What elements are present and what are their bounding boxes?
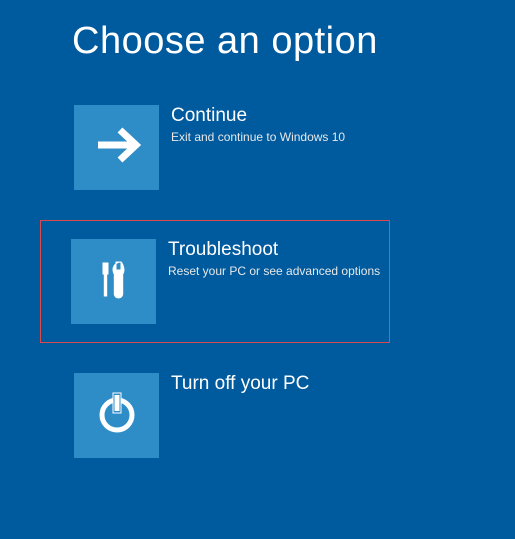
page-title: Choose an option xyxy=(72,20,475,63)
troubleshoot-tile xyxy=(71,239,156,324)
continue-title: Continue xyxy=(171,105,345,127)
option-troubleshoot[interactable]: Troubleshoot Reset your PC or see advanc… xyxy=(40,220,390,343)
option-turnoff[interactable]: Turn off your PC xyxy=(72,371,475,460)
continue-subtitle: Exit and continue to Windows 10 xyxy=(171,130,345,144)
tools-icon xyxy=(92,257,136,306)
power-icon xyxy=(93,389,141,442)
troubleshoot-subtitle: Reset your PC or see advanced options xyxy=(168,264,380,278)
option-continue[interactable]: Continue Exit and continue to Windows 10 xyxy=(72,103,475,192)
turnoff-tile xyxy=(74,373,159,458)
troubleshoot-title: Troubleshoot xyxy=(168,239,380,261)
turnoff-title: Turn off your PC xyxy=(171,373,309,395)
continue-tile xyxy=(74,105,159,190)
arrow-right-icon xyxy=(92,120,142,175)
